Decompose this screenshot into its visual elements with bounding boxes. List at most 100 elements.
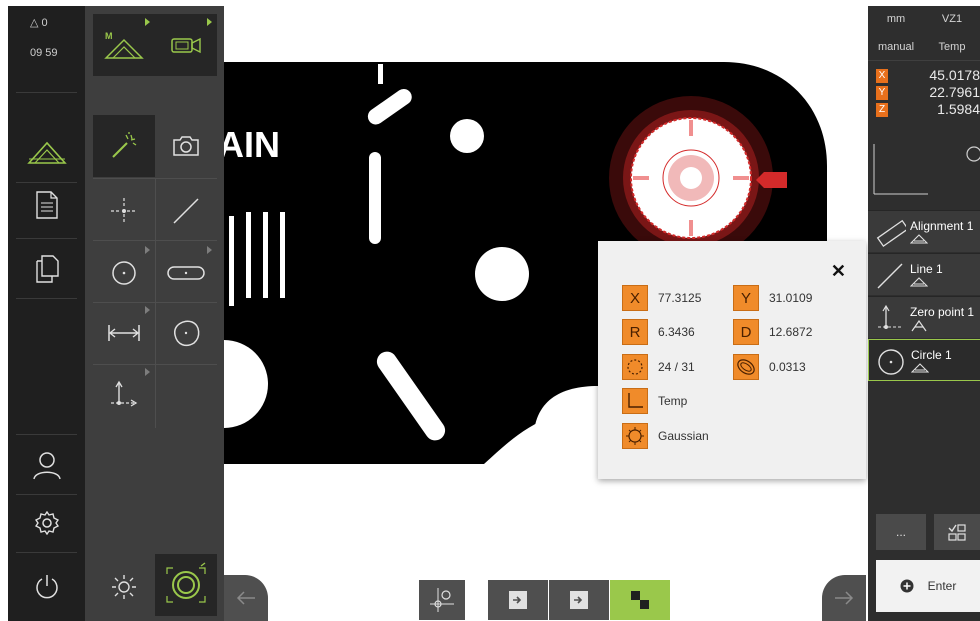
feature-line-1[interactable]: Line 1 <box>868 253 980 295</box>
blob-tool-button[interactable] <box>155 302 217 364</box>
distance-tool-button[interactable] <box>93 302 155 364</box>
x-value: 77.3125 <box>658 291 702 305</box>
manual-measure-mode-button[interactable]: M <box>93 14 155 76</box>
result-x: X 77.3125 <box>622 285 701 311</box>
result-radius: R 6.3436 <box>622 319 695 345</box>
circle-icon <box>112 261 136 285</box>
circle-tool-button[interactable] <box>93 242 155 304</box>
result-form: 0.0313 <box>733 354 806 380</box>
circle-measure-tool-icon <box>166 562 206 603</box>
coord-system-value: Temp <box>658 394 688 408</box>
form-value: 0.0313 <box>769 360 806 374</box>
coord-selector[interactable]: Temp <box>924 34 980 60</box>
points-value: 24 / 31 <box>658 360 695 374</box>
expand-marker-icon <box>145 18 150 26</box>
status-area: △ 0 09 59 <box>8 6 85 62</box>
next-button[interactable] <box>822 575 866 621</box>
points-circle-icon <box>622 354 648 380</box>
freeform-contour-icon <box>174 320 200 347</box>
divider <box>16 552 77 553</box>
view-split-button[interactable] <box>610 580 670 620</box>
crosshair-gear-icon <box>430 588 454 612</box>
position-z: Z 1.5984 <box>876 101 980 118</box>
feature-name: Circle 1 <box>911 348 952 362</box>
circle-icon <box>878 349 904 375</box>
gaussian-fit-icon <box>622 423 648 449</box>
reference-system-tool-button[interactable] <box>93 364 155 426</box>
select-features-button[interactable] <box>934 514 980 550</box>
nav-measure-button[interactable] <box>8 124 85 182</box>
feature-name: Zero point 1 <box>910 305 975 319</box>
preview-view <box>873 144 980 195</box>
video-camera-icon <box>171 37 201 54</box>
measure-tool-selector-button[interactable] <box>155 554 217 616</box>
more-button[interactable]: ... <box>876 514 926 550</box>
capture-image-button[interactable] <box>155 115 217 177</box>
feature-zero-point-1[interactable]: Zero point 1 <box>868 296 980 338</box>
diameter-badge: D <box>733 319 759 345</box>
result-diameter: D 12.6872 <box>733 319 812 345</box>
position-y: Y 22.7961 <box>876 84 980 101</box>
view-mode-icon <box>570 591 588 609</box>
triangle-icon: △ <box>30 17 39 29</box>
expand-marker-icon <box>207 246 212 254</box>
position-x-value: 45.0178 <box>929 67 980 83</box>
sun-icon <box>112 575 136 599</box>
expand-marker-icon <box>207 18 212 26</box>
result-points: 24 / 31 <box>622 354 695 380</box>
power-icon <box>35 575 58 599</box>
line-tool-button[interactable] <box>155 180 217 242</box>
delta-indicator: △ 0 <box>30 14 85 32</box>
zone-selector[interactable]: VZ1 <box>924 6 980 32</box>
delta-value: 0 <box>41 17 48 29</box>
feature-alignment-1[interactable]: Alignment 1 <box>868 210 980 252</box>
view-feature-only-button[interactable] <box>549 580 609 620</box>
divider <box>16 92 77 93</box>
coordinate-system-icon <box>622 388 648 414</box>
files-icon <box>35 255 59 283</box>
inspector-panel: mm VZ1 manual Temp X 45.0178 Y 22.7961 Z… <box>868 6 980 621</box>
measure-triangle-icon <box>910 234 928 244</box>
position-x: X 45.0178 <box>876 67 980 84</box>
position-y-value: 22.7961 <box>929 84 980 100</box>
nav-files-button[interactable] <box>8 240 85 298</box>
view-mode-icon <box>509 591 527 609</box>
coordinate-system-icon <box>878 304 902 329</box>
feature-circle-1[interactable]: Circle 1 <box>868 339 980 381</box>
nav-user-button[interactable] <box>8 436 85 494</box>
x-badge: X <box>622 285 648 311</box>
distance-icon <box>108 325 140 341</box>
camera-settings-button[interactable] <box>155 14 217 76</box>
brightness-button[interactable] <box>93 556 155 618</box>
gear-icon <box>34 511 59 535</box>
alignment-icon <box>876 219 906 248</box>
measure-magic-wand-button[interactable] <box>93 115 155 177</box>
construct-icon <box>911 320 927 332</box>
unit-selector[interactable]: mm <box>868 6 924 32</box>
position-z-value: 1.5984 <box>937 101 980 117</box>
fit-value: Gaussian <box>658 429 709 443</box>
point-tool-button[interactable] <box>93 180 155 242</box>
line-icon <box>173 198 199 224</box>
view-image-only-button[interactable] <box>488 580 548 620</box>
nav-report-button[interactable] <box>8 176 85 234</box>
point-icon <box>111 198 137 224</box>
magic-wand-icon <box>112 132 137 158</box>
close-icon[interactable]: ✕ <box>831 261 846 282</box>
split-view-icon <box>631 591 649 609</box>
nav-settings-button[interactable] <box>8 494 85 552</box>
document-icon <box>35 191 58 219</box>
enter-button[interactable]: Enter <box>876 560 980 612</box>
measurement-result-popup: ✕ X 77.3125 Y 31.0109 R 6.3436 D 12.6872… <box>598 241 866 479</box>
alignment-settings-button[interactable] <box>419 580 465 620</box>
previous-button[interactable] <box>224 575 268 621</box>
svg-text:M: M <box>105 31 113 41</box>
manual-measure-icon: M <box>104 31 144 59</box>
mode-selector[interactable]: manual <box>868 34 924 60</box>
divider <box>16 298 77 299</box>
slot-tool-button[interactable] <box>155 242 217 304</box>
nav-power-button[interactable] <box>8 558 85 616</box>
enter-label: Enter <box>927 579 957 593</box>
expand-marker-icon <box>145 368 150 376</box>
main-menu: △ 0 09 59 <box>8 6 85 621</box>
